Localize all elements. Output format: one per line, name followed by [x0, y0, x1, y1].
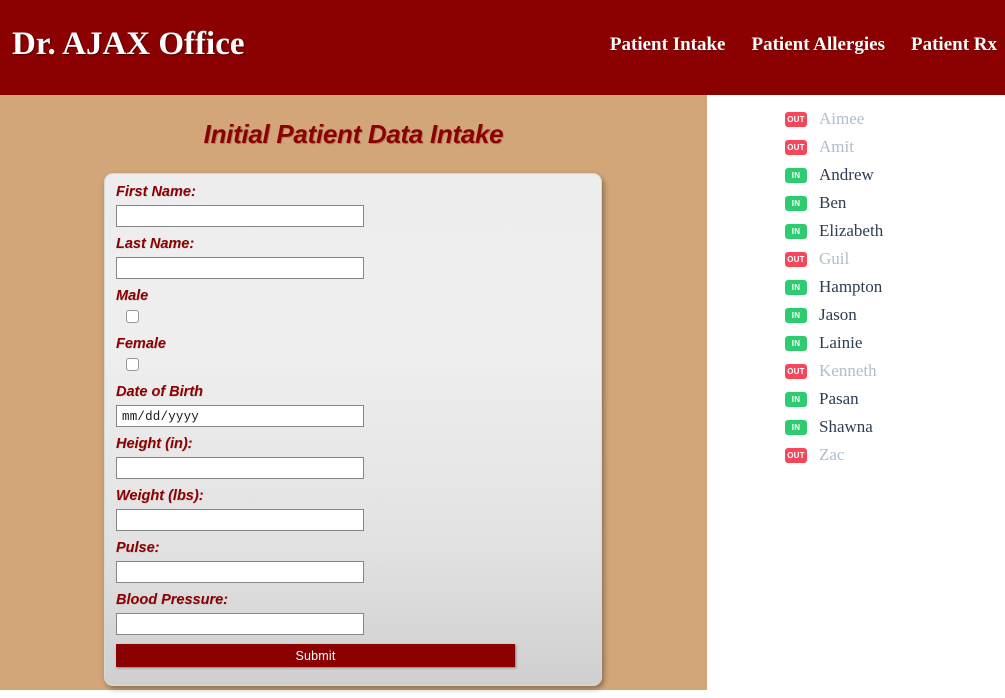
date-of-birth-label: Date of Birth — [116, 384, 203, 400]
patient-list-item[interactable]: IN Hampton — [785, 273, 1005, 301]
weight-input[interactable] — [116, 509, 364, 531]
first-name-label: First Name: — [116, 184, 196, 200]
patient-name: Hampton — [819, 277, 883, 296]
patient-name: Pasan — [819, 389, 859, 408]
patient-name: Amit — [819, 137, 854, 156]
status-in-badge: IN — [785, 335, 807, 351]
status-in-badge: IN — [785, 279, 807, 295]
height-label: Height (in): — [116, 436, 193, 452]
patient-status-sidebar: OUT Aimee OUT Amit IN Andrew IN Ben IN Elizabeth O… — [707, 95, 1005, 698]
patient-name: Kenneth — [819, 361, 877, 380]
patient-list-item[interactable]: OUT Aimee — [785, 105, 1005, 133]
status-out-badge: OUT — [785, 251, 807, 267]
blood-pressure-input[interactable] — [116, 613, 364, 635]
patient-list-item[interactable]: IN Shawna — [785, 413, 1005, 441]
patient-list-item[interactable]: IN Jason — [785, 301, 1005, 329]
pulse-input[interactable] — [116, 561, 364, 583]
submit-button[interactable]: Submit — [116, 644, 515, 667]
blood-pressure-label: Blood Pressure: — [116, 592, 228, 608]
female-checkbox[interactable] — [126, 358, 139, 371]
main-content: Initial Patient Data Intake First Name: … — [0, 95, 707, 690]
date-of-birth-input[interactable]: mm/dd/yyyy — [116, 405, 364, 427]
female-label: Female — [116, 336, 166, 352]
patient-name: Andrew — [819, 165, 874, 184]
patient-list-item[interactable]: IN Elizabeth — [785, 217, 1005, 245]
nav-item-patient-rx[interactable]: Patient Rx — [911, 34, 997, 56]
status-out-badge: OUT — [785, 363, 807, 379]
site-header: Dr. AJAX Office Patient Intake Patient A… — [0, 0, 1005, 95]
patient-name: Ben — [819, 193, 847, 212]
patient-name: Aimee — [819, 109, 865, 128]
patient-list-item[interactable]: IN Pasan — [785, 385, 1005, 413]
pulse-label: Pulse: — [116, 540, 160, 556]
weight-label: Weight (lbs): — [116, 488, 204, 504]
patient-name: Shawna — [819, 417, 873, 436]
patient-list-item[interactable]: OUT Guil — [785, 245, 1005, 273]
status-in-badge: IN — [785, 195, 807, 211]
status-in-badge: IN — [785, 307, 807, 323]
patient-list-item[interactable]: IN Andrew — [785, 161, 1005, 189]
intake-form: First Name: Last Name: Male Female Date … — [116, 184, 586, 667]
patient-name: Guil — [819, 249, 850, 268]
first-name-input[interactable] — [116, 205, 364, 227]
status-out-badge: OUT — [785, 447, 807, 463]
status-in-badge: IN — [785, 167, 807, 183]
intake-form-panel: First Name: Last Name: Male Female Date … — [104, 173, 602, 686]
patient-list-item[interactable]: IN Lainie — [785, 329, 1005, 357]
patient-list-item[interactable]: IN Ben — [785, 189, 1005, 217]
patient-name: Lainie — [819, 333, 863, 352]
male-label: Male — [116, 288, 149, 304]
patient-list-item[interactable]: OUT Amit — [785, 133, 1005, 161]
app-root: Dr. AJAX Office Patient Intake Patient A… — [0, 0, 1005, 698]
main-nav: Patient Intake Patient Allergies Patient… — [610, 34, 997, 56]
status-in-badge: IN — [785, 391, 807, 407]
patient-name: Elizabeth — [819, 221, 884, 240]
status-in-badge: IN — [785, 223, 807, 239]
patient-list-item[interactable]: OUT Zac — [785, 441, 1005, 469]
nav-item-patient-intake[interactable]: Patient Intake — [610, 34, 726, 56]
status-out-badge: OUT — [785, 139, 807, 155]
page-title: Initial Patient Data Intake — [203, 119, 504, 149]
status-in-badge: IN — [785, 419, 807, 435]
last-name-label: Last Name: — [116, 236, 195, 252]
last-name-input[interactable] — [116, 257, 364, 279]
patient-name: Zac — [819, 445, 845, 464]
height-input[interactable] — [116, 457, 364, 479]
male-checkbox[interactable] — [126, 310, 139, 323]
nav-item-patient-allergies[interactable]: Patient Allergies — [751, 34, 885, 56]
patient-list: OUT Aimee OUT Amit IN Andrew IN Ben IN Elizabeth O… — [785, 105, 1005, 469]
site-brand: Dr. AJAX Office — [12, 26, 245, 62]
patient-list-item[interactable]: OUT Kenneth — [785, 357, 1005, 385]
patient-name: Jason — [819, 305, 857, 324]
status-out-badge: OUT — [785, 111, 807, 127]
